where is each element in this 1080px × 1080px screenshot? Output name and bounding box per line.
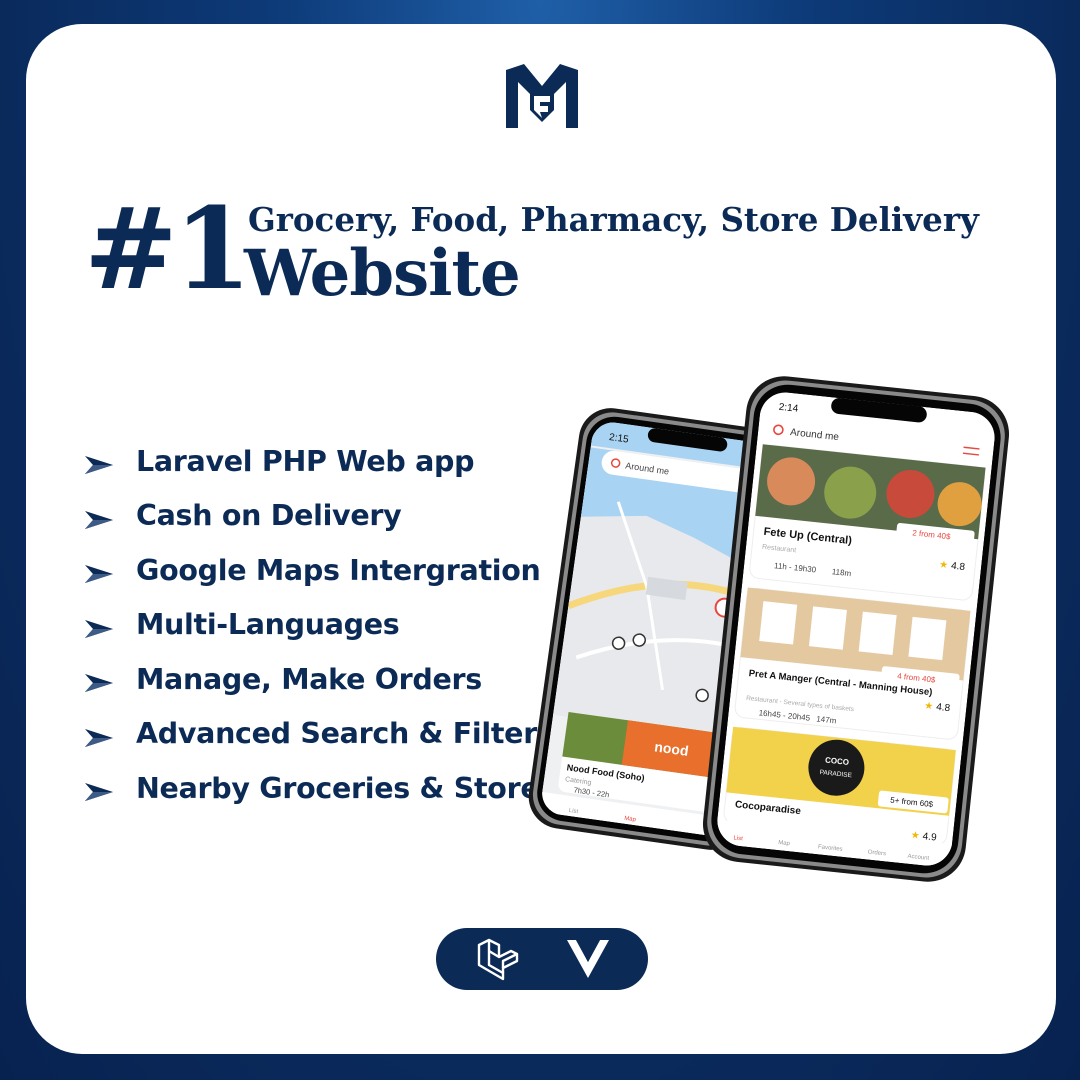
phone-mockups: 2:15 Around me nood Nood Food (Soho) Cat… [528, 376, 1010, 882]
feature-item: Advanced Search & Filters [84, 707, 556, 762]
feature-item: Google Maps Intergration [84, 543, 556, 598]
feature-item: Laravel PHP Web app [84, 434, 556, 489]
promo-card: #1 Grocery, Food, Pharmacy, Store Delive… [26, 24, 1056, 1054]
feature-item: Cash on Delivery [84, 489, 556, 544]
feature-label: Google Maps Intergration [136, 553, 541, 587]
rating: 4.8 [936, 702, 951, 714]
feature-item: Nearby Groceries & Stores [84, 761, 556, 816]
status-time: 2:14 [778, 402, 799, 415]
phone-right: 2:14 Around me 2 from 40$ Fete Up (Centr… [702, 376, 1010, 882]
feature-label: Cash on Delivery [136, 499, 402, 533]
feature-label: Nearby Groceries & Stores [136, 771, 557, 805]
feature-label: Manage, Make Orders [136, 662, 482, 696]
feature-label: Laravel PHP Web app [136, 444, 475, 478]
arrow-icon [85, 456, 113, 475]
restaurant-card[interactable]: 2 from 40$ Fete Up (Central) Restaurant … [749, 444, 986, 601]
arrow-icon [85, 674, 113, 693]
nav-list[interactable]: List [733, 835, 743, 842]
headline-subtitle: Grocery, Food, Pharmacy, Store Delivery [248, 200, 979, 239]
headline-title: Website [244, 236, 521, 311]
nav-map[interactable]: Map [778, 840, 791, 847]
arrow-icon [85, 565, 113, 584]
brand-logo-icon [506, 64, 578, 128]
feature-label: Advanced Search & Filters [136, 717, 554, 751]
feature-label: Multi-Languages [136, 608, 400, 642]
restaurant-card[interactable]: 4 from 40$ Pret A Manger (Central - Mann… [734, 587, 971, 740]
tech-stack-pill [436, 928, 648, 990]
rating: 4.8 [951, 561, 966, 573]
feature-item: Manage, Make Orders [84, 652, 556, 707]
feature-item: Multi-Languages [84, 598, 556, 653]
vue-icon [567, 940, 609, 978]
star-icon: ★ [924, 701, 934, 713]
feature-list: Laravel PHP Web app Cash on Delivery Goo… [84, 434, 556, 816]
arrow-icon [85, 783, 113, 802]
arrow-icon [85, 510, 113, 529]
laravel-icon [477, 938, 519, 981]
star-icon: ★ [939, 559, 949, 571]
rank-label: #1 [84, 184, 252, 315]
arrow-icon [85, 619, 113, 638]
arrow-icon [85, 728, 113, 747]
